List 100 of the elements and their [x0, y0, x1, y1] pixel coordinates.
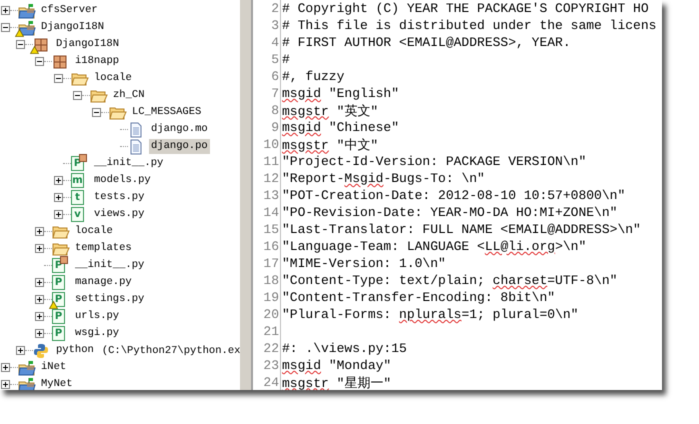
expand-toggle[interactable] — [1, 363, 10, 372]
line-number: 2 — [253, 0, 281, 17]
tree-item[interactable]: urls.py — [73, 309, 122, 324]
tree-item[interactable]: views.py — [92, 207, 146, 222]
document-icon — [128, 138, 144, 154]
line-number: 7 — [253, 85, 281, 102]
document-icon — [128, 122, 144, 138]
tree-item[interactable]: models.py — [92, 173, 153, 188]
line-number: 20 — [253, 306, 281, 323]
tree-item[interactable]: django.po — [149, 139, 210, 154]
line-number: 18 — [253, 272, 281, 289]
code-line: # Copyright (C) YEAR THE PACKAGE'S COPYRIGHT HO — [281, 1, 649, 16]
collapse-toggle[interactable] — [73, 91, 82, 100]
expand-toggle[interactable] — [35, 295, 44, 304]
code-line: "Plural-Forms: nplurals=1; plural=0\n" — [281, 307, 578, 322]
python-file-icon: P — [52, 309, 65, 324]
expand-toggle[interactable] — [35, 244, 44, 253]
collapse-toggle[interactable] — [16, 40, 25, 49]
line-number: 10 — [253, 136, 281, 153]
tree-item[interactable]: manage.py — [73, 275, 134, 290]
project-folder-icon — [18, 2, 36, 18]
line-number: 16 — [253, 238, 281, 255]
tree-item[interactable]: LC_MESSAGES — [130, 105, 204, 120]
python-file-icon: t — [71, 190, 84, 205]
line-number: 4 — [253, 34, 281, 51]
collapse-toggle[interactable] — [92, 108, 101, 117]
code-line: # — [281, 52, 290, 67]
folder-icon — [52, 224, 70, 240]
line-number: 5 — [253, 51, 281, 68]
tree-item[interactable]: wsgi.py — [73, 326, 122, 341]
tree-item[interactable]: django.mo — [149, 122, 210, 137]
tree-item[interactable]: DjangoI18N — [54, 37, 122, 52]
line-number: 24 — [253, 374, 281, 390]
code-line: # FIRST AUTHOR <EMAIL@ADDRESS>, YEAR. — [281, 35, 571, 50]
line-number: 13 — [253, 187, 281, 204]
folder-icon — [71, 70, 89, 86]
code-line: "Project-Id-Version: PACKAGE VERSION\n" — [281, 154, 586, 169]
code-line: #, fuzzy — [281, 69, 344, 84]
package-icon — [52, 54, 68, 70]
code-line: "Content-Type: text/plain; charset=UTF-8\n" — [281, 273, 618, 288]
collapse-toggle[interactable] — [35, 57, 44, 66]
line-number: 23 — [253, 357, 281, 374]
python-file-icon: P — [52, 326, 65, 341]
expand-toggle[interactable] — [1, 6, 10, 15]
tree-item[interactable]: __init__.py — [92, 156, 166, 171]
line-number: 19 — [253, 289, 281, 306]
expand-toggle[interactable] — [35, 227, 44, 236]
expand-toggle[interactable] — [54, 193, 63, 202]
python-file-icon: P — [52, 292, 65, 307]
tree-item[interactable]: __init__.py — [73, 258, 146, 273]
tree-item[interactable]: tests.py — [92, 190, 146, 205]
collapse-toggle[interactable] — [1, 23, 10, 32]
code-line: "Language-Team: LANGUAGE <LL@li.org>\n" — [281, 239, 586, 254]
code-line: "PO-Revision-Date: YEAR-MO-DA HO:MI+ZONE\n" — [281, 205, 618, 220]
interpreter-path: (C:\Python27\python.ex — [102, 344, 240, 356]
code-line: msgid "Chinese" — [281, 120, 400, 135]
tree-item[interactable]: MyNet — [39, 377, 75, 390]
tree-item[interactable]: settings.py — [73, 292, 146, 307]
line-number: 15 — [253, 221, 281, 238]
folder-icon — [90, 88, 108, 104]
code-line: "Last-Translator: FULL NAME <EMAIL@ADDRESS>\n" — [281, 222, 641, 237]
python-file-icon: m — [71, 173, 84, 188]
line-number: 3 — [253, 17, 281, 34]
expand-toggle[interactable] — [1, 380, 10, 389]
tree-item[interactable]: cfsServer — [39, 3, 100, 18]
expand-toggle[interactable] — [54, 210, 63, 219]
code-line: "POT-Creation-Date: 2012-08-10 10:57+0800\n" — [281, 188, 626, 203]
project-folder-icon — [18, 376, 36, 390]
line-number: 12 — [253, 170, 281, 187]
expand-toggle[interactable] — [16, 346, 25, 355]
line-number: 22 — [253, 340, 281, 357]
code-line: # This file is distributed under the same licens — [281, 18, 656, 33]
code-line: msgid "English" — [281, 86, 400, 101]
python-file-icon: v — [71, 207, 84, 222]
package-icon — [33, 36, 49, 52]
tree-item[interactable]: locale — [92, 71, 134, 86]
collapse-toggle[interactable] — [54, 74, 63, 83]
line-number: 8 — [253, 102, 281, 119]
folder-icon — [109, 104, 127, 120]
tree-item[interactable]: DjangoI18N — [39, 20, 106, 35]
tree-item[interactable]: i18napp — [73, 54, 122, 69]
expand-toggle[interactable] — [35, 329, 44, 338]
tree-item[interactable]: python — [54, 343, 96, 358]
tree-item[interactable]: locale — [73, 224, 115, 239]
expand-toggle[interactable] — [54, 176, 63, 185]
line-number: 11 — [253, 153, 281, 170]
python-logo-icon — [33, 342, 49, 358]
folder-icon — [52, 240, 70, 256]
project-folder-icon — [18, 360, 36, 376]
code-line: "Report-Msgid-Bugs-To: \n" — [281, 171, 485, 186]
tree-item[interactable]: zh_CN — [111, 88, 147, 103]
tree-item[interactable]: iNet — [39, 360, 68, 375]
code-line: "MIME-Version: 1.0\n" — [281, 256, 446, 271]
code-line: #: .\views.py:15 — [281, 341, 407, 356]
expand-toggle[interactable] — [35, 312, 44, 321]
tree-item[interactable]: templates — [73, 241, 134, 256]
code-line: msgstr "英文" — [281, 102, 378, 120]
code-line: msgstr "星期一" — [281, 374, 392, 390]
line-number: 9 — [253, 119, 281, 136]
expand-toggle[interactable] — [35, 278, 44, 287]
